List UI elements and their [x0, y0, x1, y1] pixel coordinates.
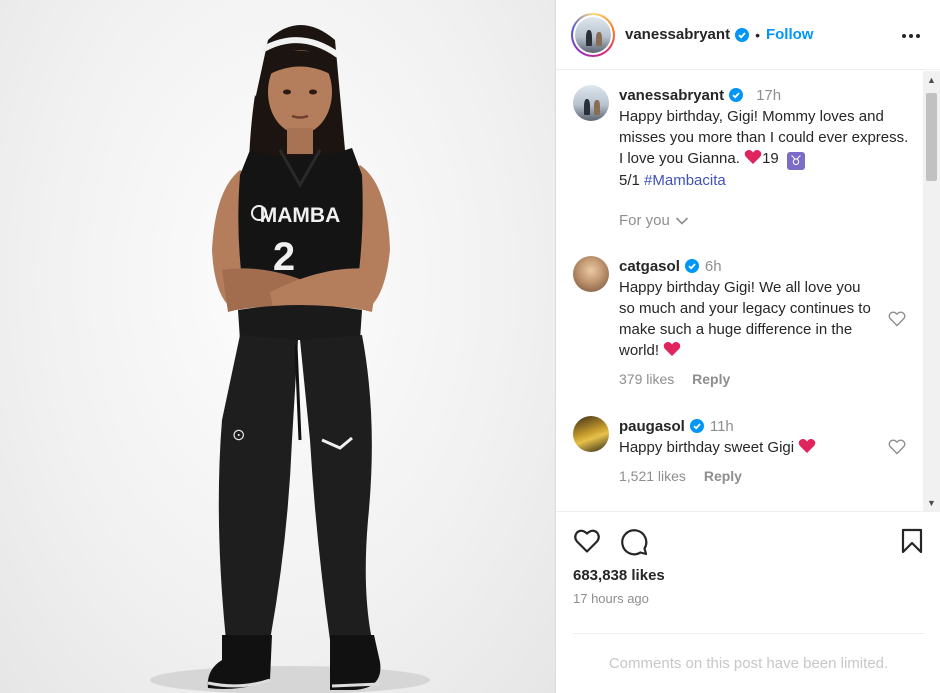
follow-button[interactable]: Follow: [766, 26, 814, 43]
post-header: vanessabryant • Follow: [556, 0, 940, 70]
caption-time[interactable]: 17h: [756, 87, 781, 104]
comment-likes[interactable]: 379 likes: [619, 371, 674, 387]
player-photo-illustration: MAMBA 2 ⊙: [150, 25, 430, 693]
comments-list[interactable]: vanessabryant 17h Happy birthday, Gigi! M…: [556, 71, 924, 511]
comments-scrollbar[interactable]: ▲ ▼: [923, 71, 940, 511]
comment-text: Happy birthday sweet Gigi: [619, 439, 799, 456]
more-options-icon[interactable]: [899, 24, 923, 48]
red-heart-emoji-icon: [744, 150, 762, 164]
author-username[interactable]: vanessabryant: [625, 26, 730, 43]
red-heart-emoji-icon: [663, 342, 681, 356]
like-count[interactable]: 683,838 likes: [573, 567, 665, 584]
scroll-up-icon[interactable]: ▲: [923, 71, 940, 88]
for-you-filter[interactable]: For you: [619, 212, 689, 229]
chevron-down-icon: [675, 216, 688, 225]
verified-badge-icon: [689, 419, 704, 433]
bookmark-icon[interactable]: [901, 528, 923, 554]
comments-limited-notice: Comments on this post have been limited.: [608, 655, 889, 672]
reply-button[interactable]: Reply: [704, 468, 742, 484]
author-avatar[interactable]: [571, 12, 615, 57]
hashtag-link[interactable]: #Mambacita: [644, 172, 726, 189]
comment-text: Happy birthday Gigi! We all love you so …: [619, 279, 871, 359]
post-photo[interactable]: MAMBA 2 ⊙: [0, 0, 555, 693]
scrollbar-thumb[interactable]: [926, 93, 937, 181]
comment-item: catgasol 6h Happy birthday Gigi! We all l…: [573, 256, 879, 390]
post-side-panel: vanessabryant • Follow vanessabryant 17h …: [555, 0, 940, 693]
caption: vanessabryant 17h Happy birthday, Gigi! M…: [573, 85, 909, 191]
verified-badge-icon: [735, 27, 750, 42]
post-actions: 683,838 likes 17 hours ago Comments on t…: [556, 511, 940, 672]
comment-item: paugasol 11h Happy birthday sweet Gigi 1,…: [573, 416, 879, 487]
like-comment-heart-icon[interactable]: [888, 311, 906, 327]
comment-time[interactable]: 11h: [710, 418, 734, 435]
separator-dot: •: [755, 26, 760, 43]
caption-count: 19: [762, 150, 783, 167]
jersey-text: MAMBA: [260, 204, 340, 227]
caption-date: 5/1: [619, 172, 645, 189]
like-heart-icon[interactable]: [573, 528, 601, 554]
like-comment-heart-icon[interactable]: [888, 439, 906, 455]
comment-avatar[interactable]: [573, 416, 609, 452]
comment-time[interactable]: 6h: [705, 258, 722, 275]
for-you-label: For you: [619, 212, 670, 229]
post-timestamp[interactable]: 17 hours ago: [573, 591, 649, 606]
comment-username[interactable]: catgasol: [619, 258, 680, 275]
verified-badge-icon: [729, 88, 744, 102]
red-heart-emoji-icon: [798, 439, 816, 453]
scroll-down-icon[interactable]: ▼: [923, 494, 940, 511]
caption-avatar[interactable]: [573, 85, 609, 121]
comment-likes[interactable]: 1,521 likes: [619, 468, 686, 484]
comment-avatar[interactable]: [573, 256, 609, 292]
reply-button[interactable]: Reply: [692, 371, 730, 387]
caption-username[interactable]: vanessabryant: [619, 87, 724, 104]
pants-logo-icon: ⊙: [232, 427, 245, 444]
taurus-emoji-icon: ♉: [786, 152, 805, 170]
divider: [573, 633, 925, 634]
comment-icon[interactable]: [620, 528, 648, 556]
verified-badge-icon: [684, 259, 699, 273]
comment-username[interactable]: paugasol: [619, 418, 685, 435]
